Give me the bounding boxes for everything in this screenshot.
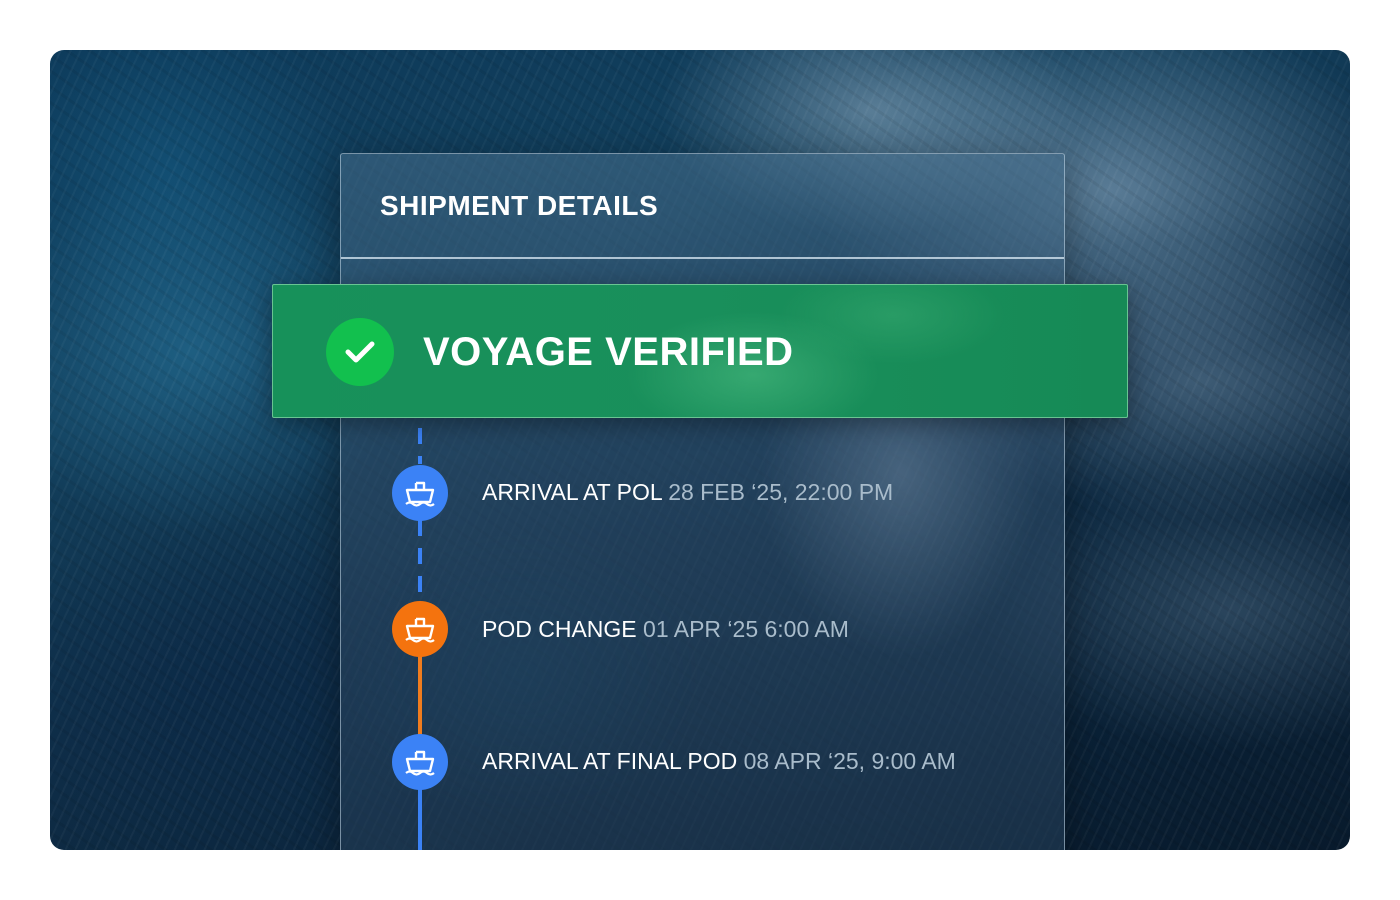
- ship-icon: [392, 465, 448, 521]
- event-label: POD CHANGE: [482, 616, 637, 642]
- ship-icon: [392, 601, 448, 657]
- panel-header: SHIPMENT DETAILS: [341, 154, 1064, 259]
- timeline-connector-orange: [418, 654, 422, 736]
- event-label: ARRIVAL AT FINAL POD: [482, 748, 738, 774]
- timeline-connector-dashed-top: [418, 428, 422, 464]
- timeline-connector-blue: [418, 788, 422, 850]
- ocean-background: SHIPMENT DETAILS ARRIVAL AT POL 28 FEB ‘…: [50, 50, 1350, 850]
- event-time: 08 APR ‘25, 9:00 AM: [743, 748, 956, 774]
- timeline-event-pod-change: POD CHANGE 01 APR ‘25 6:00 AM: [482, 615, 849, 643]
- event-label: ARRIVAL AT POL: [482, 479, 662, 505]
- voyage-verified-banner: VOYAGE VERIFIED: [272, 284, 1128, 418]
- timeline-event-arrival-final-pod: ARRIVAL AT FINAL POD 08 APR ‘25, 9:00 AM: [482, 747, 956, 775]
- timeline-connector-dashed-middle: [418, 520, 422, 600]
- timeline-event-arrival-pol: ARRIVAL AT POL 28 FEB ‘25, 22:00 PM: [482, 478, 893, 506]
- event-time: 01 APR ‘25 6:00 AM: [643, 616, 849, 642]
- check-icon: [326, 318, 394, 386]
- banner-label: VOYAGE VERIFIED: [423, 330, 794, 374]
- panel-title: SHIPMENT DETAILS: [380, 189, 659, 221]
- ship-icon: [392, 734, 448, 790]
- event-time: 28 FEB ‘25, 22:00 PM: [668, 479, 894, 505]
